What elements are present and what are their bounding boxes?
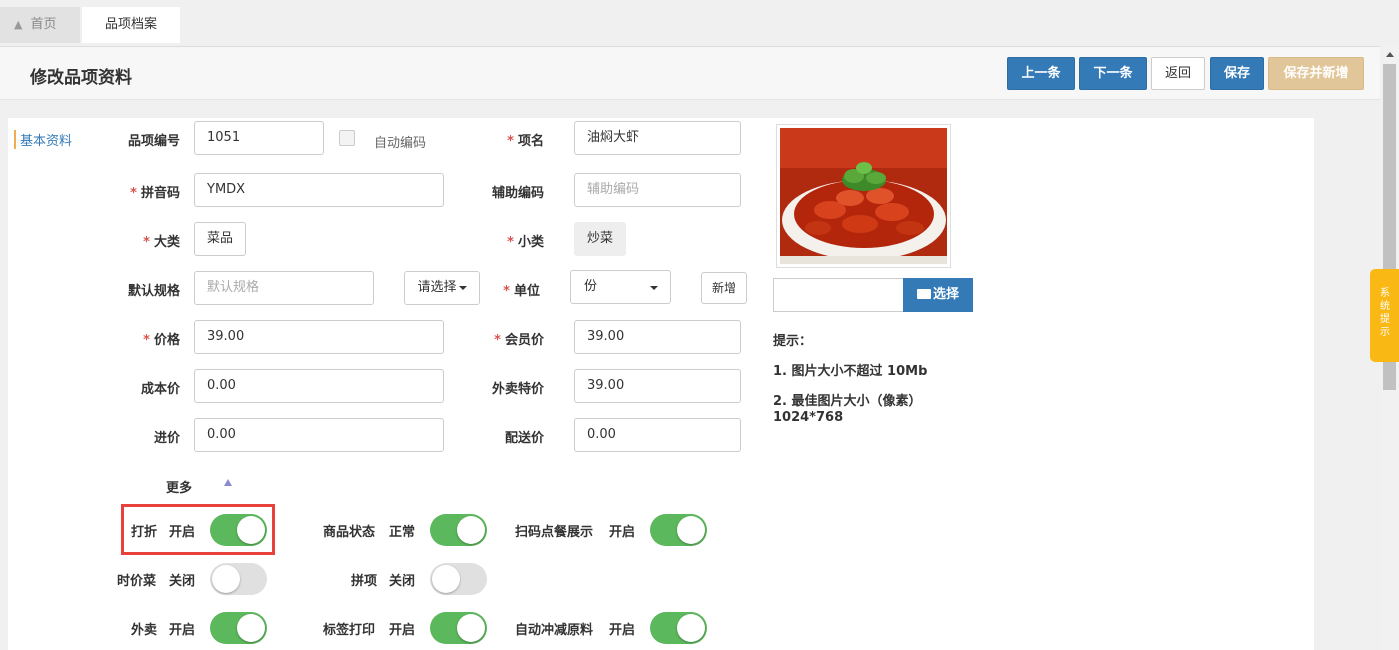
discount-state: 开启 <box>169 525 196 540</box>
tab-item-archive-label: 品项档案 <box>104 17 157 32</box>
hint-line-2: 2. 最佳图片大小（像素） <box>773 394 922 409</box>
choose-image-button[interactable]: 选择 <box>903 278 973 312</box>
product-status-state: 正常 <box>389 525 416 540</box>
takeout-price-label: 外卖特价 <box>491 382 544 397</box>
default-spec-input[interactable]: 默认规格 <box>194 271 374 305</box>
price-input[interactable]: 39.00 <box>194 320 444 354</box>
caret-down-icon <box>458 285 467 290</box>
more-toggle-label[interactable]: 更多 <box>166 477 192 496</box>
save-and-new-button[interactable]: 保存并新增 <box>1268 57 1364 90</box>
home-icon: ▲ <box>14 18 23 31</box>
hint-title: 提示： <box>773 334 813 349</box>
toggle-knob <box>237 614 265 642</box>
next-button[interactable]: 下一条 <box>1079 57 1147 90</box>
collapse-up-icon[interactable] <box>224 479 232 486</box>
takeout-toggle[interactable] <box>210 612 267 644</box>
cost-price-input[interactable]: 0.00 <box>194 369 444 403</box>
crayfish-image <box>780 128 947 264</box>
purchase-price-label: 进价 <box>153 431 180 446</box>
tab-home[interactable]: ▲ 首页 <box>0 7 80 43</box>
folder-open-icon <box>916 289 931 299</box>
product-status-toggle[interactable] <box>430 514 487 546</box>
unit-label: * 单位 <box>503 284 540 299</box>
scroll-up-icon[interactable] <box>1386 52 1394 57</box>
item-code-label: 品项编号 <box>127 134 180 149</box>
hint-line-3: 1024*768 <box>773 410 844 425</box>
subcategory-value[interactable]: 炒菜 <box>574 222 627 256</box>
pinyin-input[interactable]: YMDX <box>194 173 444 207</box>
tab-item-archive[interactable]: 品项档案 <box>82 7 180 43</box>
delivery-price-label: 配送价 <box>504 431 544 446</box>
page-header: 修改品项资料 上一条 下一条 返回 保存 保存并新增 <box>0 46 1380 100</box>
label-print-toggle[interactable] <box>430 612 487 644</box>
toggle-knob <box>457 516 485 544</box>
market-price-state: 关闭 <box>169 574 196 589</box>
category-value[interactable]: 菜品 <box>194 222 247 256</box>
tab-home-label: 首页 <box>30 17 57 32</box>
combo-item-label: 拼项 <box>351 574 378 589</box>
discount-label: 打折 <box>131 525 158 540</box>
auto-deduct-state: 开启 <box>609 623 636 638</box>
aux-code-label: 辅助编码 <box>491 186 544 201</box>
toggle-knob <box>677 516 705 544</box>
toggle-knob <box>677 614 705 642</box>
toggle-knob <box>457 614 485 642</box>
hint-line-1: 1. 图片大小不超过 10Mb <box>773 364 928 379</box>
discount-toggle[interactable] <box>210 514 267 546</box>
member-price-input[interactable]: 39.00 <box>574 320 741 354</box>
toggle-knob <box>237 516 265 544</box>
page-title: 修改品项资料 <box>30 68 132 88</box>
price-label: * 价格 <box>143 333 180 348</box>
unit-select[interactable]: 份 <box>570 270 671 304</box>
item-name-input[interactable]: 油焖大虾 <box>574 121 741 155</box>
combo-item-state: 关闭 <box>389 574 416 589</box>
aux-code-input[interactable]: 辅助编码 <box>574 173 741 207</box>
pinyin-label: * 拼音码 <box>130 186 180 201</box>
takeout-label: 外卖 <box>131 623 158 638</box>
purchase-price-input[interactable]: 0.00 <box>194 418 444 452</box>
auto-deduct-toggle[interactable] <box>650 612 707 644</box>
scan-order-display-label: 扫码点餐展示 <box>515 525 594 540</box>
auto-code-checkbox[interactable] <box>339 130 355 146</box>
spec-select-button[interactable]: 请选择 <box>404 271 480 305</box>
combo-item-toggle[interactable] <box>430 563 487 595</box>
save-button[interactable]: 保存 <box>1210 57 1264 90</box>
category-label: * 大类 <box>143 235 180 250</box>
prev-button[interactable]: 上一条 <box>1007 57 1075 90</box>
toggle-knob <box>212 565 240 593</box>
market-price-label: 时价菜 <box>117 574 157 589</box>
image-file-input[interactable] <box>773 278 904 312</box>
takeout-price-input[interactable]: 39.00 <box>574 369 741 403</box>
caret-down-icon <box>650 286 658 290</box>
label-print-state: 开启 <box>389 623 416 638</box>
scan-order-display-toggle[interactable] <box>650 514 707 546</box>
default-spec-label: 默认规格 <box>127 284 180 299</box>
add-unit-button[interactable]: 新增 <box>701 272 747 304</box>
item-name-label: * 项名 <box>507 134 544 149</box>
scan-order-display-state: 开启 <box>609 525 636 540</box>
delivery-price-input[interactable]: 0.00 <box>574 418 741 452</box>
market-price-toggle[interactable] <box>210 563 267 595</box>
auto-deduct-label: 自动冲减原料 <box>515 623 594 638</box>
label-print-label: 标签打印 <box>323 623 376 638</box>
member-price-label: * 会员价 <box>494 333 544 348</box>
takeout-state: 开启 <box>169 623 196 638</box>
subcategory-label: * 小类 <box>507 235 544 250</box>
system-tip-tab[interactable]: 系统提示 <box>1370 269 1399 362</box>
cost-price-label: 成本价 <box>140 382 180 397</box>
toggle-knob <box>432 565 460 593</box>
sidebar-item-basic-info[interactable]: 基本资料 <box>14 130 72 149</box>
item-code-input[interactable]: 1051 <box>194 121 324 155</box>
item-image <box>776 124 951 268</box>
back-button[interactable]: 返回 <box>1151 57 1205 90</box>
tab-bar: ▲ 首页 品项档案 <box>0 0 1380 44</box>
product-status-label: 商品状态 <box>323 525 376 540</box>
auto-code-label: 自动编码 <box>374 136 427 151</box>
